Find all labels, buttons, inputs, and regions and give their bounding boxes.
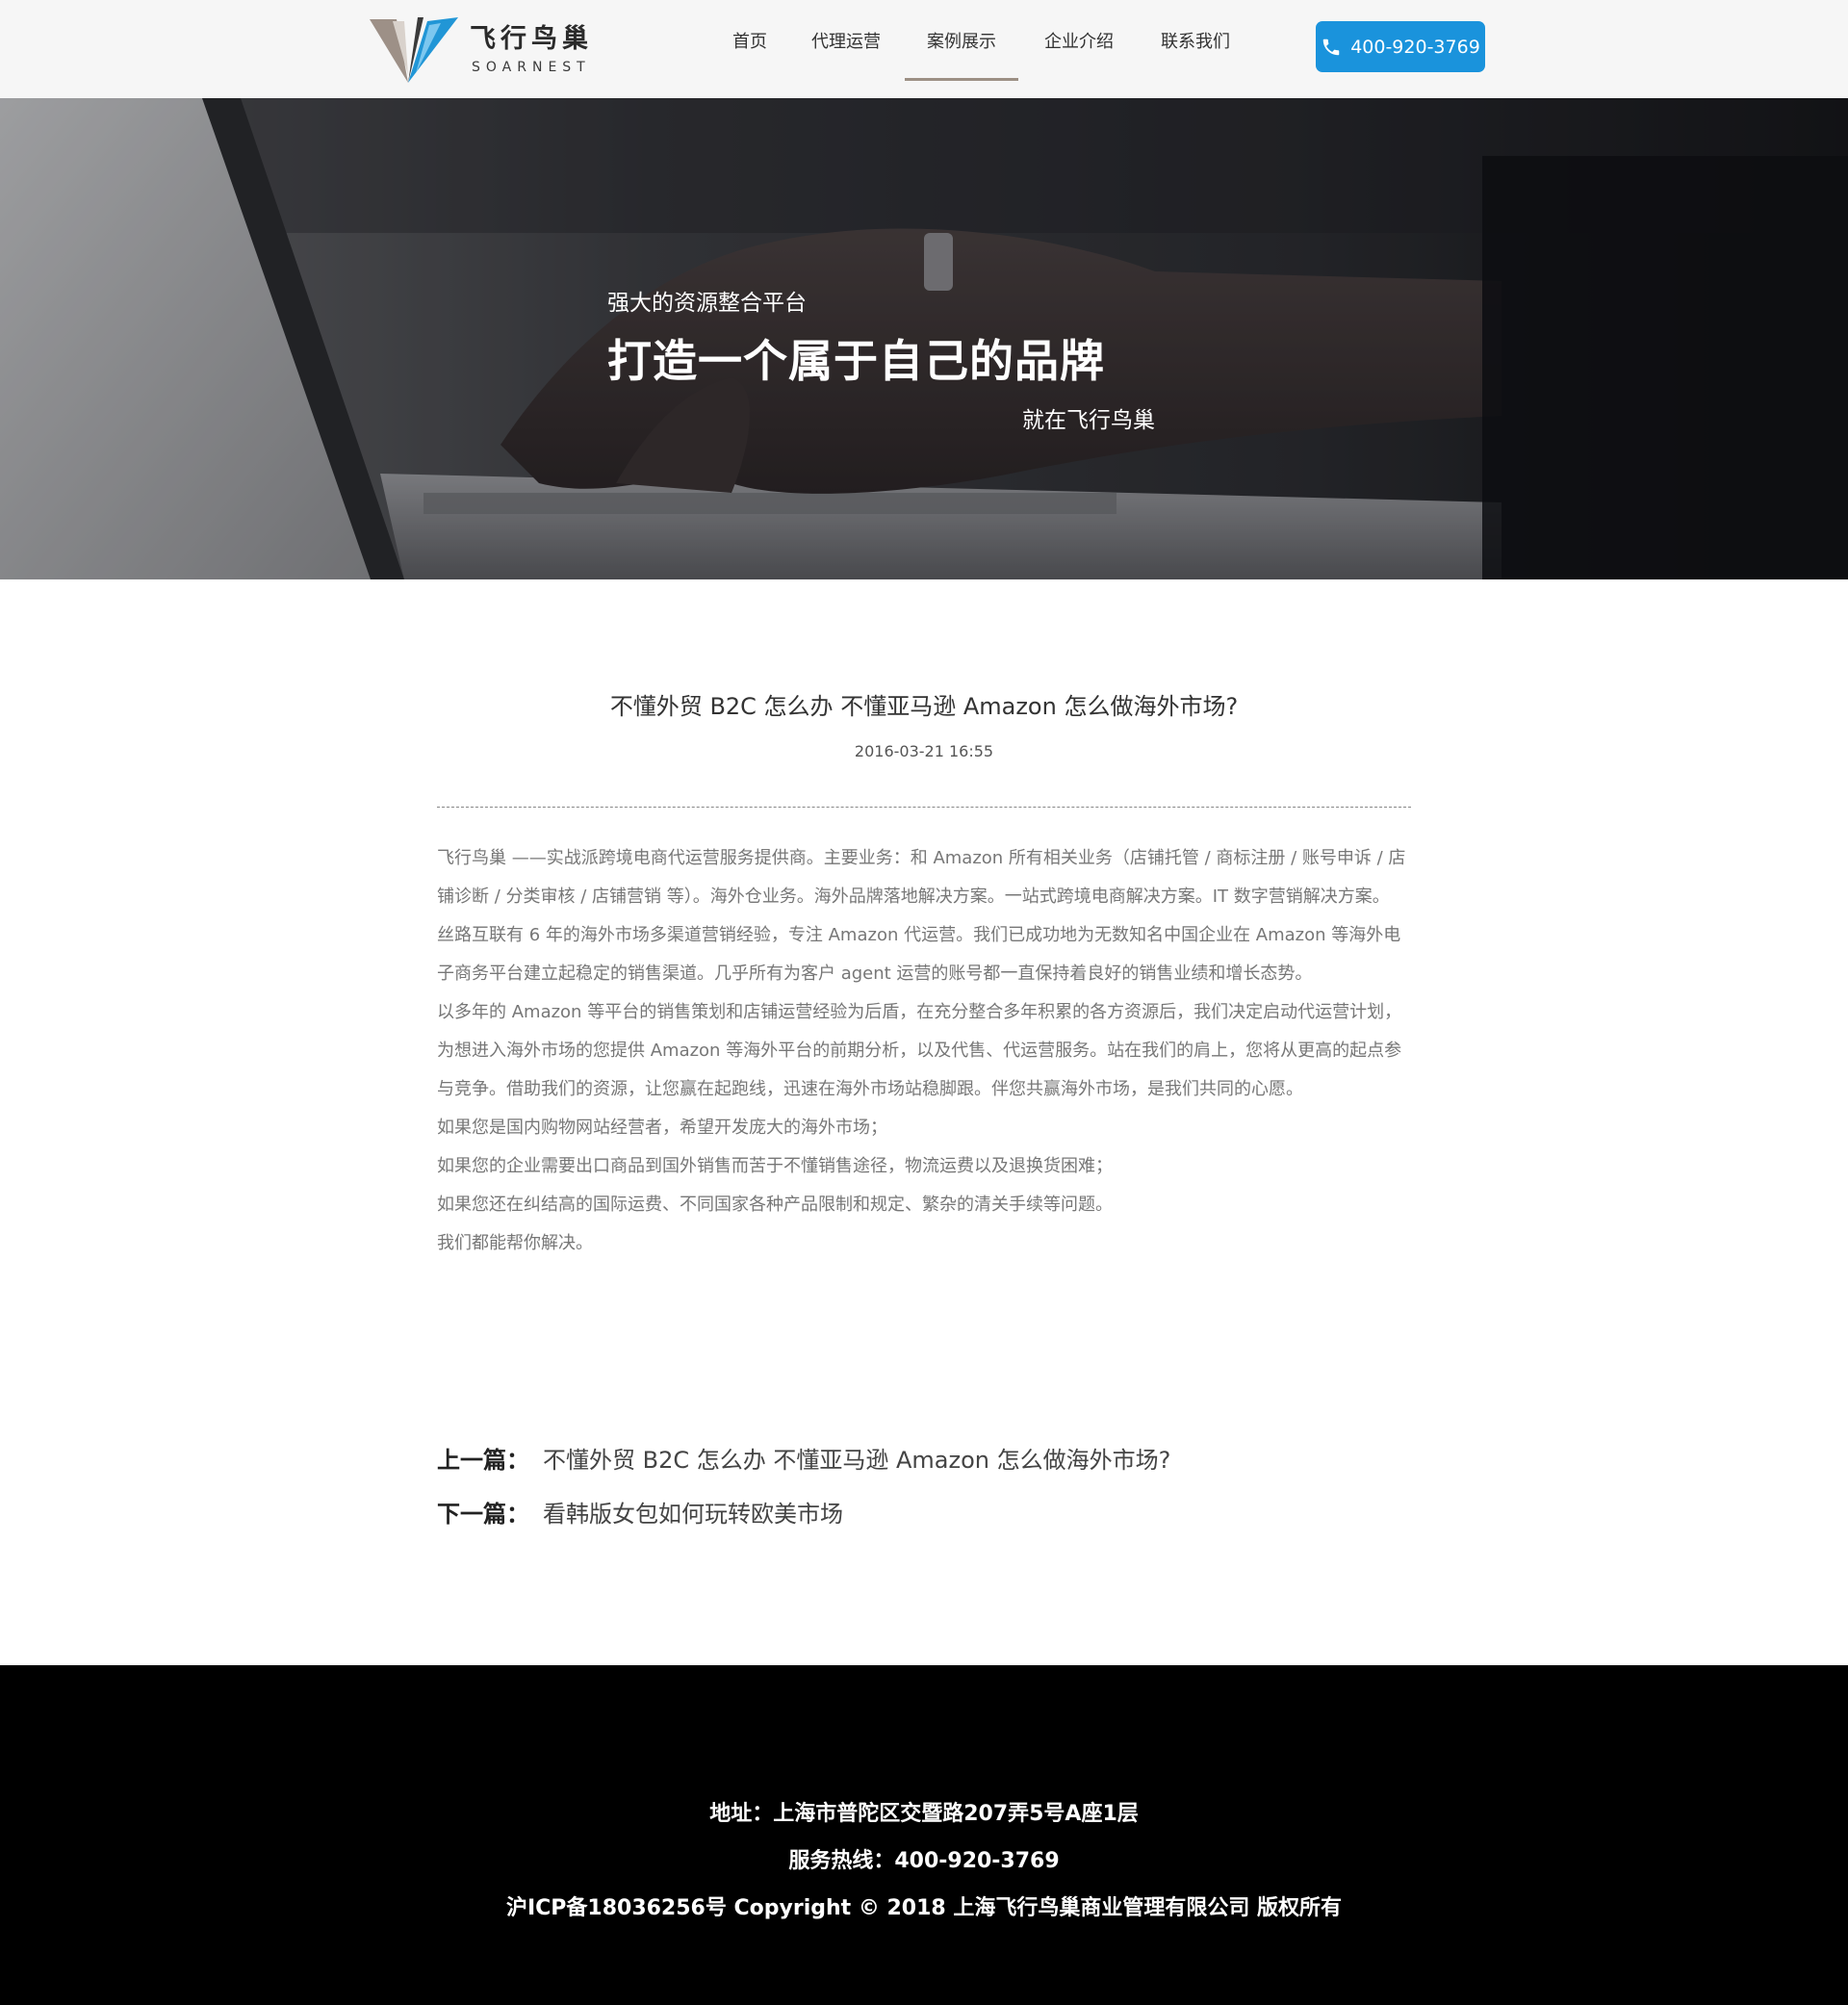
brand-name-en: SOARNEST (472, 60, 591, 75)
banner-subtitle: 强大的资源整合平台 (607, 291, 807, 316)
article-date: 2016-03-21 16:55 (854, 742, 994, 760)
hero-banner: 强大的资源整合平台 打造一个属于自己的品牌 就在飞行鸟巢 (0, 98, 1848, 579)
article-paragraph: 如果您的企业需要出口商品到国外销售而苦于不懂销售途径，物流运费以及退换货困难； (437, 1156, 1113, 1176)
article-divider (437, 807, 1411, 808)
footer-hotline: 服务热线：400-920-3769 (788, 1849, 1060, 1873)
article-title: 不懂外贸 B2C 怎么办 不懂亚马逊 Amazon 怎么做海外市场? (609, 693, 1239, 720)
prev-article: 上一篇： 不懂外贸 B2C 怎么办 不懂亚马逊 Amazon 怎么做海外市场? (437, 1441, 1411, 1475)
article-paragraph: 以多年的 Amazon 等平台的销售策划和店铺运营经验为后盾，在充分整合多年积累… (437, 1002, 1402, 1099)
soarnest-logo-icon (370, 17, 458, 83)
brand-name-cn: 飞行鸟巢 (470, 24, 593, 54)
article-paragraph: 丝路互联有 6 年的海外市场多渠道营销经验，专注 Amazon 代运营。我们已成… (437, 925, 1401, 984)
next-article: 下一篇： 看韩版女包如何玩转欧美市场 (437, 1495, 1411, 1529)
main-nav: 首页 代理运营 案例展示 企业介绍 联系我们 (712, 0, 1251, 98)
prev-article-link[interactable]: 不懂外贸 B2C 怎么办 不懂亚马逊 Amazon 怎么做海外市场? (543, 1447, 1170, 1474)
nav-item-agency[interactable]: 代理运营 (787, 0, 905, 81)
brand-logo[interactable]: 飞行鸟巢 SOARNEST (370, 4, 591, 87)
article-paragraph: 如果您是国内购物网站经营者，希望开发庞大的海外市场； (437, 1118, 887, 1138)
nav-item-cases[interactable]: 案例展示 (905, 0, 1018, 81)
phone-button-label: 400-920-3769 (1350, 36, 1480, 58)
site-header: 飞行鸟巢 SOARNEST 首页 代理运营 案例展示 企业介绍 联系我们 400… (0, 0, 1848, 98)
nav-item-about[interactable]: 企业介绍 (1018, 0, 1140, 81)
article-paragraph: 我们都能帮你解决。 (437, 1233, 593, 1253)
article-paragraph: 飞行鸟巢 ——实战派跨境电商代运营服务提供商。主要业务：和 Amazon 所有相… (437, 848, 1406, 907)
footer-copyright: 沪ICP备18036256号 Copyright © 2018 上海飞行鸟巢商业… (505, 1896, 1343, 1920)
prev-article-label: 上一篇： (437, 1447, 529, 1474)
nav-item-contact[interactable]: 联系我们 (1140, 0, 1251, 81)
banner-tagline: 就在飞行鸟巢 (1022, 408, 1155, 433)
article-body: 飞行鸟巢 ——实战派跨境电商代运营服务提供商。主要业务：和 Amazon 所有相… (437, 839, 1411, 1263)
article-paragraph: 如果您还在纠结高的国际运费、不同国家各种产品限制和规定、繁杂的清关手续等问题。 (437, 1195, 1113, 1215)
next-article-link[interactable]: 看韩版女包如何玩转欧美市场 (543, 1501, 843, 1528)
phone-icon (1322, 39, 1340, 55)
banner-title: 打造一个属于自己的品牌 (607, 335, 1105, 387)
phone-button[interactable]: 400-920-3769 (1316, 21, 1485, 72)
site-footer: 地址：上海市普陀区交暨路207弄5号A座1层 服务热线：400-920-3769… (0, 1665, 1848, 2005)
next-article-label: 下一篇： (437, 1501, 529, 1528)
nav-item-home[interactable]: 首页 (712, 0, 787, 81)
footer-address: 地址：上海市普陀区交暨路207弄5号A座1层 (709, 1802, 1139, 1826)
